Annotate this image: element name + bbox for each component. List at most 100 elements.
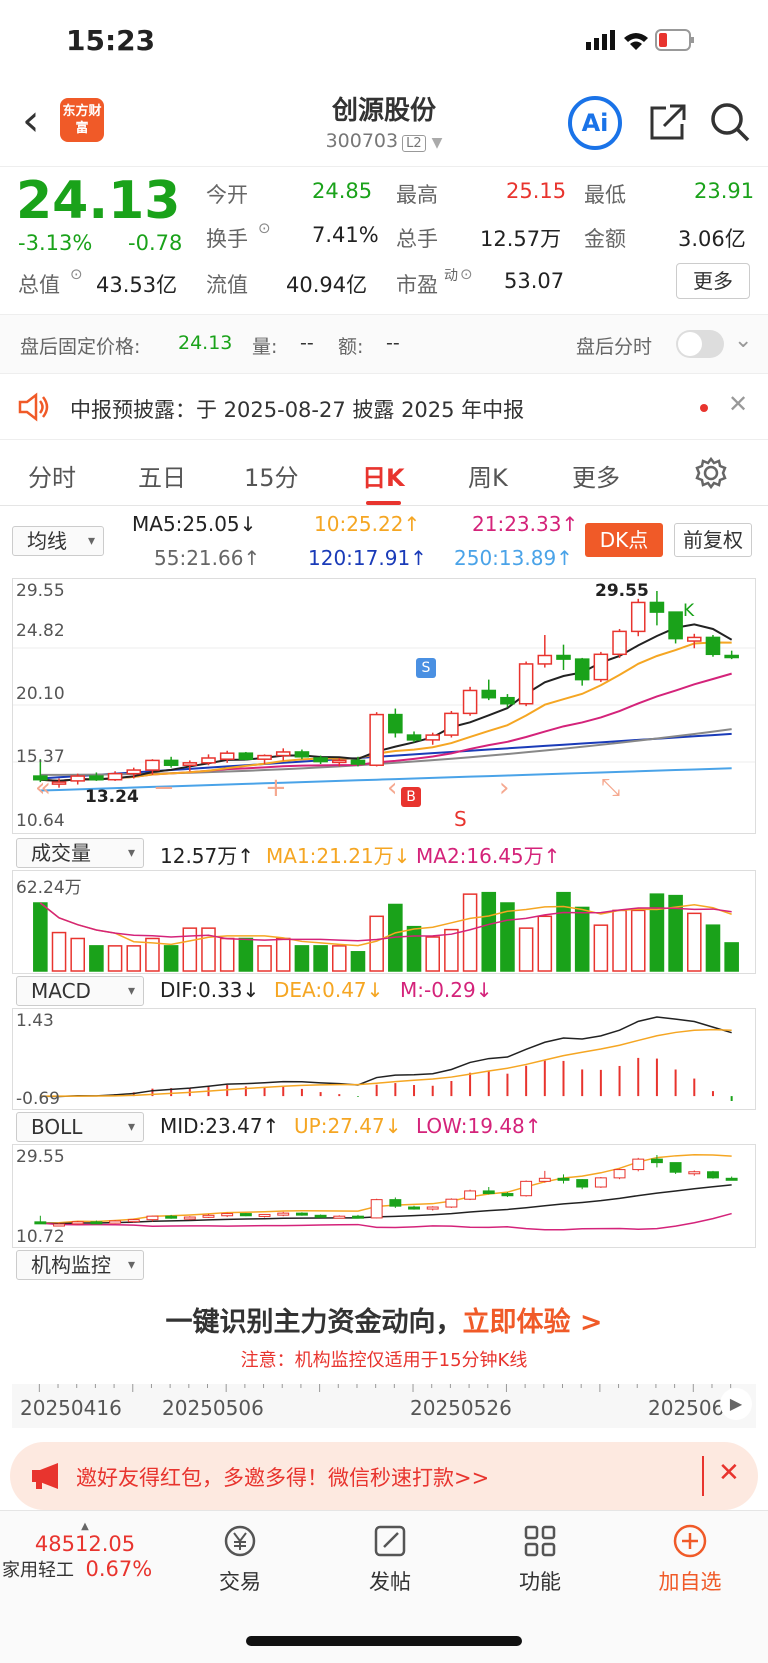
- notice-bar[interactable]: 中报预披露：于 2025-08-27 披露 2025 年中报 ✕: [0, 374, 768, 440]
- volume-bar: [350, 951, 366, 972]
- candle: [201, 757, 216, 764]
- candle: [630, 601, 646, 633]
- volume-bar: [705, 924, 721, 972]
- share-icon[interactable]: [646, 100, 690, 144]
- kline-axis-4: 15.37: [16, 747, 65, 767]
- tab-weekly-k[interactable]: 周K: [468, 458, 508, 493]
- dk-point-button[interactable]: DK点: [585, 523, 663, 557]
- boll-candle: [408, 1206, 420, 1210]
- post-button[interactable]: 发帖: [330, 1521, 450, 1596]
- trade-button[interactable]: 交易: [180, 1521, 300, 1596]
- level2-badge: L2: [402, 135, 426, 152]
- low-value: 23.91: [694, 179, 755, 203]
- candle: [107, 772, 123, 781]
- date-axis[interactable]: 20250416 20250506 20250526 2025062 ▶: [12, 1384, 756, 1428]
- close-icon[interactable]: ✕: [728, 390, 748, 418]
- quote-panel: 24.13 -3.13% -0.78 今开 24.85 最高 25.15 最低 …: [0, 166, 768, 314]
- float-value: 40.94亿: [286, 273, 368, 297]
- tab-15min[interactable]: 15分: [244, 458, 299, 493]
- more-button[interactable]: 更多: [676, 263, 750, 299]
- sell-marker[interactable]: S: [416, 658, 436, 678]
- boll-panel[interactable]: 29.55 10.72: [12, 1144, 756, 1248]
- max-price-label: 29.55: [595, 581, 649, 601]
- candle: [462, 689, 478, 715]
- index-ticker[interactable]: ▲ 48512.05 家用轻工 0.67%: [0, 1521, 170, 1582]
- volume-bar: [182, 927, 198, 972]
- kline-panel[interactable]: 29.55 24.82 20.10 15.37 10.64 29.55 13.2…: [12, 578, 756, 834]
- macd-m: M:-0.29↓: [400, 978, 493, 1002]
- volume-bar: [294, 945, 310, 972]
- boll-candle: [613, 1169, 626, 1179]
- chevron-down-icon[interactable]: ⌄: [734, 328, 752, 353]
- candle: [668, 611, 683, 640]
- boll-candle: [239, 1213, 252, 1217]
- boll-candle: [146, 1215, 159, 1221]
- volume-selector[interactable]: 成交量: [16, 838, 144, 868]
- info-icon[interactable]: ⊙: [460, 265, 473, 283]
- candle: [388, 713, 403, 734]
- function-button[interactable]: 功能: [480, 1521, 600, 1596]
- banner-text: 邀好友得红包，多邀多得！微信秒速打款>>: [76, 1466, 490, 1490]
- turnover-value: 7.41%: [312, 223, 379, 247]
- open-label: 今开: [206, 183, 248, 207]
- boll-axis-top: 29.55: [16, 1147, 65, 1167]
- volume-panel[interactable]: 62.24万: [12, 870, 756, 974]
- macd-dea-line: [40, 1028, 732, 1097]
- boll-candle: [669, 1162, 682, 1173]
- macd-axis-top: 1.43: [16, 1011, 54, 1031]
- inst-panel[interactable]: 一键识别主力资金动向，立即体验 > 注意：机构监控仅适用于15分钟K线: [12, 1280, 756, 1384]
- plus-circle-icon: [673, 1524, 707, 1558]
- tab-five-day[interactable]: 五日: [138, 458, 186, 493]
- macd-axis-bottom: -0.69: [16, 1089, 60, 1109]
- boll-selector[interactable]: BOLL: [16, 1112, 144, 1142]
- search-icon[interactable]: [708, 100, 752, 144]
- boll-candle: [165, 1215, 178, 1219]
- date-label-2: 20250506: [162, 1396, 264, 1420]
- after-timeline-toggle[interactable]: [676, 330, 724, 358]
- info-icon[interactable]: ⊙: [70, 265, 83, 283]
- chart-tabs: 分时 五日 15分 日K 周K 更多: [0, 440, 768, 506]
- volume-bar: [649, 893, 665, 972]
- close-icon[interactable]: ✕: [718, 1458, 740, 1488]
- volume-bar: [313, 945, 328, 972]
- next-icon[interactable]: ›: [499, 773, 509, 803]
- zoom-in-icon[interactable]: +: [265, 773, 287, 803]
- buy-marker[interactable]: B: [401, 787, 421, 807]
- inst-cta[interactable]: 立即体验 >: [462, 1307, 602, 1338]
- boll-up-line: [40, 1153, 732, 1224]
- invite-banner[interactable]: 邀好友得红包，多邀多得！微信秒速打款>> ✕: [10, 1442, 758, 1510]
- info-icon[interactable]: ⊙: [258, 219, 271, 237]
- tab-daily-k[interactable]: 日K: [362, 458, 405, 505]
- zoom-out-icon[interactable]: −: [153, 773, 175, 803]
- ai-button[interactable]: Ai: [568, 96, 622, 150]
- ma-selector[interactable]: 均线: [12, 526, 104, 556]
- boll-candle: [352, 1215, 364, 1219]
- prev-icon[interactable]: ‹: [387, 773, 397, 803]
- boll-candle: [221, 1213, 234, 1217]
- inst-selector[interactable]: 机构监控: [16, 1250, 144, 1280]
- volume-value: 12.57万↑: [160, 844, 255, 868]
- candle: [593, 653, 609, 681]
- macd-panel[interactable]: 1.43 -0.69: [12, 1008, 756, 1110]
- fullscreen-icon[interactable]: ⤡: [601, 773, 620, 801]
- boll-candle: [688, 1171, 701, 1175]
- candle: [537, 654, 553, 665]
- macd-selector[interactable]: MACD: [16, 976, 144, 1006]
- volume-bar: [537, 915, 553, 972]
- add-watchlist-button[interactable]: 加自选: [630, 1521, 750, 1596]
- high-value: 25.15: [506, 179, 567, 203]
- gear-icon[interactable]: [694, 456, 728, 490]
- scroll-right-icon[interactable]: ▶: [720, 1388, 752, 1420]
- date-label-3: 20250526: [410, 1396, 512, 1420]
- ma120-value: 120:17.91↑: [308, 546, 427, 570]
- adjust-button[interactable]: 前复权: [674, 523, 752, 557]
- boll-candle: [277, 1212, 290, 1216]
- candle: [51, 781, 67, 785]
- double-left-icon[interactable]: «: [35, 773, 51, 803]
- tab-more[interactable]: 更多: [572, 458, 620, 493]
- tab-intraday[interactable]: 分时: [28, 458, 76, 493]
- edit-icon: [374, 1525, 406, 1557]
- index-name: 家用轻工: [2, 1560, 74, 1581]
- volume-bar: [612, 909, 627, 972]
- trade-label: 交易: [219, 1570, 261, 1594]
